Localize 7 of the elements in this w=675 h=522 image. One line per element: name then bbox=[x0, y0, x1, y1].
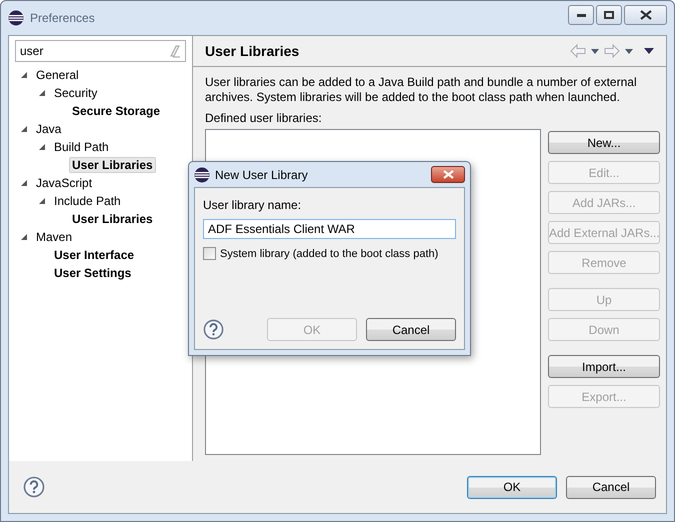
field-label: User library name: bbox=[203, 198, 302, 212]
dialog-title: New User Library bbox=[215, 168, 308, 182]
page-title: User Libraries bbox=[205, 43, 300, 59]
list-label: Defined user libraries: bbox=[205, 111, 323, 125]
window-title: Preferences bbox=[30, 11, 95, 25]
checkbox-label: System library (added to the boot class path) bbox=[220, 248, 438, 260]
page-description: User libraries can be added to a Java Build path and bundle a number of external archives. System libraries will be added to the boot class path when launched. bbox=[205, 75, 638, 105]
